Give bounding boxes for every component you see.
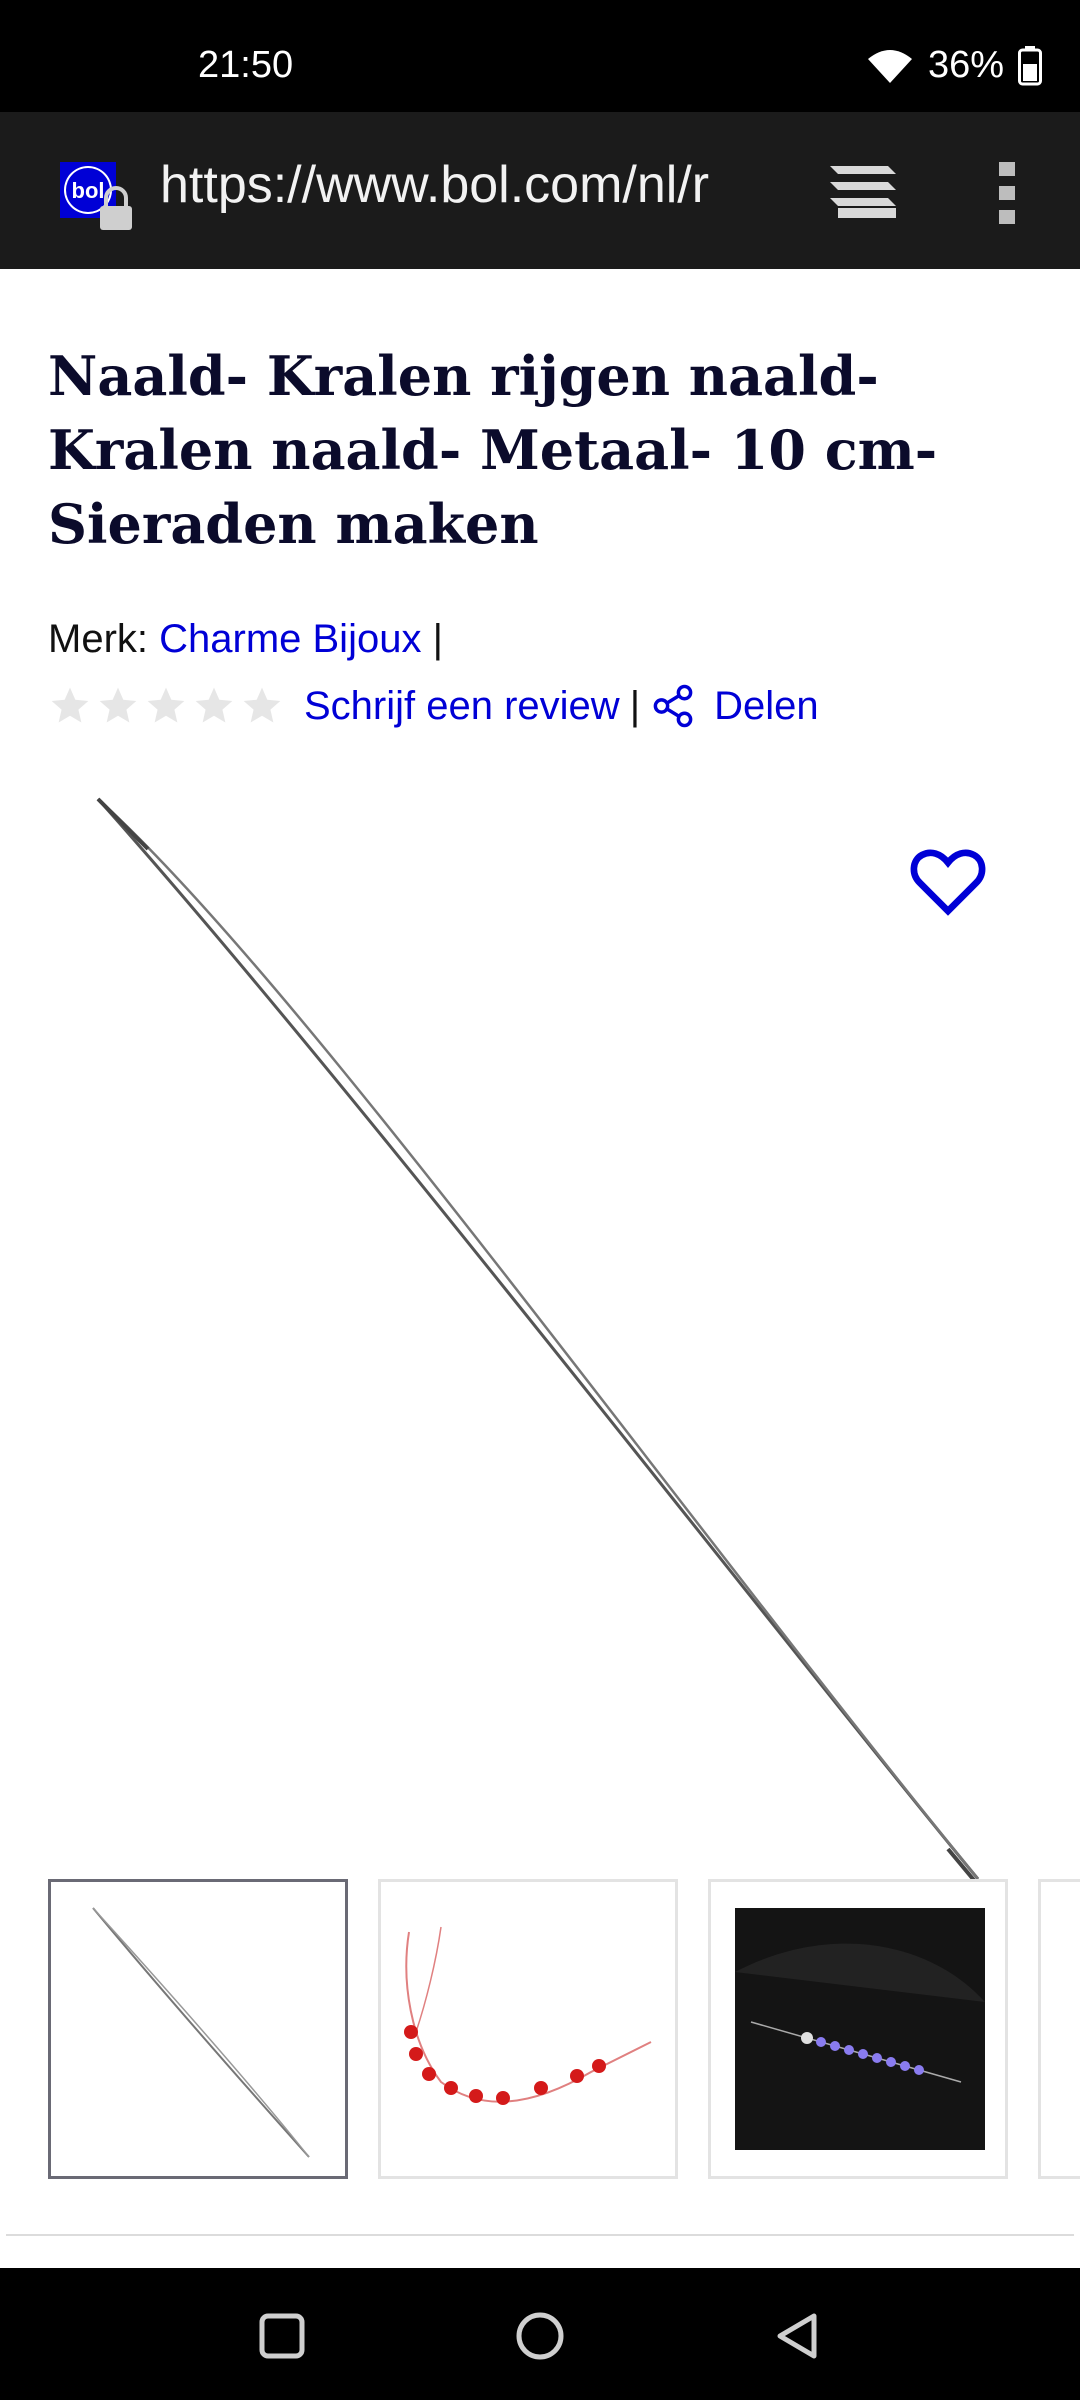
brand-link[interactable]: Charme Bijoux <box>159 617 421 661</box>
browser-toolbar: bol https://www.bol.com/nl/r <box>0 112 1080 269</box>
star-icon <box>243 687 281 723</box>
brand-separator: | <box>432 617 443 661</box>
thumbnail-carousel <box>48 1879 1080 2185</box>
status-bar: 21:50 36% <box>0 0 1080 112</box>
thumbnail-4[interactable] <box>1038 1879 1080 2179</box>
tabs-icon[interactable] <box>826 162 900 220</box>
more-options-icon[interactable] <box>990 158 1024 228</box>
thumbnail-beads-image <box>404 1926 652 2105</box>
write-review-link[interactable]: Schrijf een review <box>304 684 620 729</box>
recent-apps-icon[interactable] <box>254 2308 310 2364</box>
url-field[interactable]: https://www.bol.com/nl/r <box>160 155 768 225</box>
review-line: Schrijf een review | Delen <box>48 683 819 729</box>
status-time: 21:50 <box>198 44 294 86</box>
thumbnail-bracelet-image <box>735 1908 985 2150</box>
share-icon[interactable] <box>650 683 696 729</box>
star-icon <box>99 687 137 723</box>
thumbnail-3[interactable] <box>708 1879 1008 2179</box>
rating-stars <box>48 684 284 728</box>
battery-icon <box>1018 45 1042 85</box>
system-nav-bar <box>0 2268 1080 2400</box>
brand-line: Merk: Charme Bijoux | <box>48 617 443 662</box>
site-lock-icon[interactable]: bol <box>60 162 136 232</box>
back-icon[interactable] <box>770 2308 826 2364</box>
thumbnail-2[interactable] <box>378 1879 678 2179</box>
thumbnail-needle-image <box>92 1907 310 2158</box>
star-icon <box>51 687 89 723</box>
battery-percentage: 36% <box>927 44 1004 86</box>
product-title: Naald- Kralen rijgen naald- Kralen naald… <box>48 344 938 556</box>
section-divider <box>6 2234 1074 2236</box>
site-icon-text: bol <box>72 178 105 203</box>
review-separator: | <box>629 683 641 728</box>
status-indicators: 36% <box>866 44 1042 87</box>
thumbnail-1[interactable] <box>48 1879 348 2179</box>
home-icon[interactable] <box>512 2308 568 2364</box>
share-link[interactable]: Delen <box>714 684 819 729</box>
star-icon <box>195 687 233 723</box>
wifi-icon <box>867 49 912 83</box>
heart-icon[interactable] <box>908 841 988 921</box>
brand-label: Merk: <box>48 617 160 661</box>
star-icon <box>147 687 185 723</box>
